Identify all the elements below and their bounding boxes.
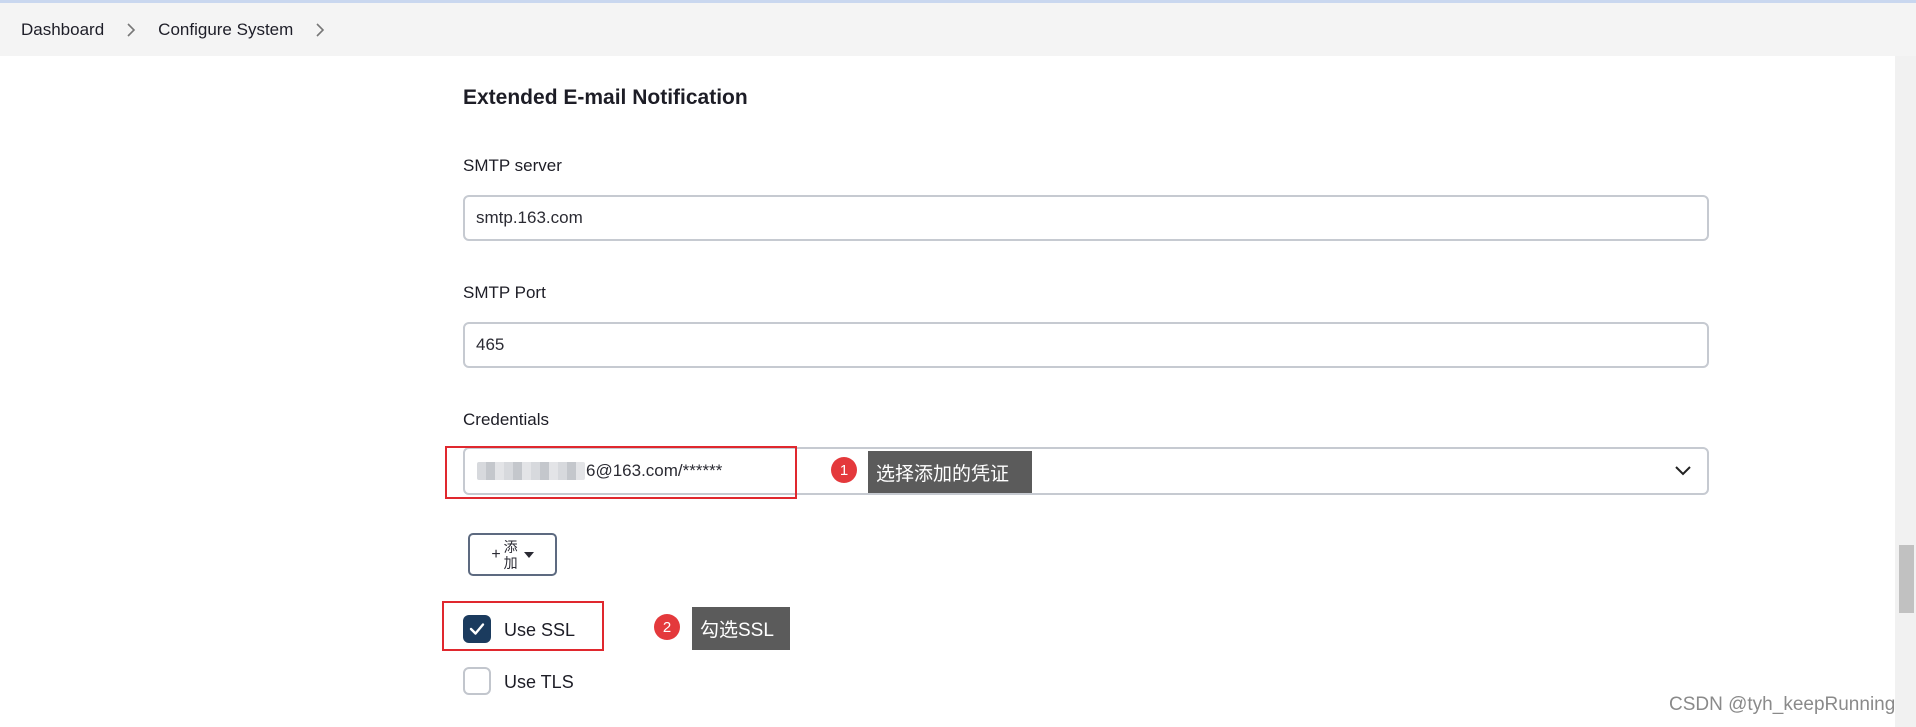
chevron-down-icon[interactable] [1673,461,1693,481]
breadcrumb-configure-system[interactable]: Configure System [158,20,293,40]
plus-icon: + [491,545,501,563]
annotation-tooltip-2: 勾选SSL [692,607,790,650]
smtp-port-label: SMTP Port [463,283,546,302]
add-button-label: 添加 [503,538,518,571]
annotation-badge-2: 2 [654,614,680,640]
breadcrumb: Dashboard Configure System [0,3,1916,56]
chevron-right-icon [126,22,136,37]
caret-down-icon [523,551,534,558]
smtp-server-label: SMTP server [463,156,562,175]
check-icon [469,623,485,635]
annotation-tooltip-1: 选择添加的凭证 [868,451,1032,493]
credentials-label: Credentials [463,410,549,429]
breadcrumb-dashboard[interactable]: Dashboard [21,20,104,40]
annotation-highlight-credentials [445,446,797,499]
section-title: Extended E-mail Notification [463,86,748,109]
smtp-port-input[interactable] [463,322,1709,368]
watermark: CSDN @tyh_keepRunning [1669,694,1896,715]
annotation-badge-1: 1 [831,457,857,483]
smtp-server-input[interactable] [463,195,1709,241]
use-tls-checkbox[interactable] [463,667,491,695]
scrollbar-track[interactable] [1895,56,1916,727]
use-ssl-label[interactable]: Use SSL [504,620,575,641]
use-tls-label[interactable]: Use TLS [504,672,574,693]
scrollbar-thumb[interactable] [1899,545,1914,613]
chevron-right-icon[interactable] [315,22,325,37]
use-ssl-checkbox[interactable] [463,615,491,643]
add-credentials-button[interactable]: + 添加 [468,533,557,576]
